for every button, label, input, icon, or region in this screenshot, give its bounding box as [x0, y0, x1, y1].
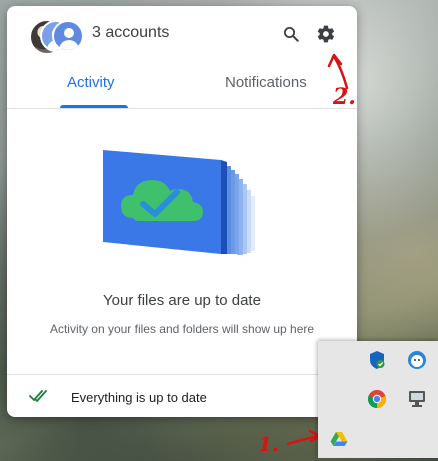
face-icon [408, 351, 426, 369]
chrome-icon [367, 390, 387, 409]
tray-item-google-drive[interactable] [328, 428, 350, 450]
system-tray-overflow [318, 341, 438, 458]
network-icon [409, 391, 425, 407]
shield-icon [370, 351, 385, 369]
tray-item-security[interactable] [366, 349, 388, 371]
google-drive-icon [330, 432, 348, 446]
tray-item-chrome[interactable] [366, 388, 388, 410]
tray-item-app[interactable] [406, 349, 428, 371]
annotation-step-2: 2. [333, 84, 356, 110]
tray-item-network[interactable] [406, 388, 428, 410]
annotation-step-1: 1. [258, 432, 279, 456]
